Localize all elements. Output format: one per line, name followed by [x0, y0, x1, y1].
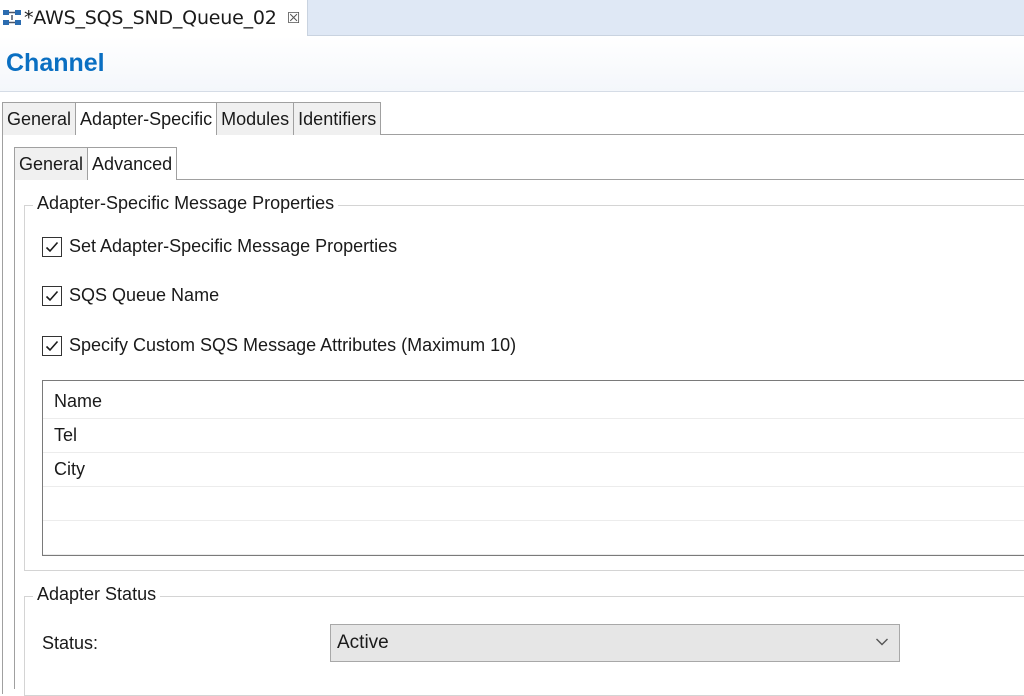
checkbox-label: Specify Custom SQS Message Attributes (M… [69, 335, 517, 355]
status-value: Active [337, 632, 389, 653]
editor-tab-bar: *AWS_SQS_SND_Queue_02 ☒ [0, 0, 1024, 36]
checkbox-checked[interactable] [42, 236, 62, 257]
editor-tab-title: *AWS_SQS_SND_Queue_02 [24, 7, 277, 29]
message-properties-legend: Adapter-Specific Message Properties [33, 193, 339, 214]
sqs-queue-name-checkbox[interactable]: SQS Queue Name [42, 285, 219, 306]
status-label: Status: [42, 633, 99, 653]
table-row[interactable]: Tel [43, 419, 1024, 453]
checkbox-label: Set Adapter-Specific Message Properties [69, 236, 398, 256]
check-icon [45, 290, 59, 301]
message-attributes-table[interactable]: Name Tel City [42, 380, 1024, 556]
tab-identifiers[interactable]: Identifiers [293, 102, 382, 135]
checkbox-checked[interactable] [42, 335, 62, 356]
page-title: Channel [6, 49, 105, 77]
tab-modules[interactable]: Modules [216, 102, 295, 135]
status-dropdown[interactable]: Active [330, 624, 900, 662]
tab-general[interactable]: General [2, 102, 77, 135]
checkbox-label: SQS Queue Name [69, 285, 220, 305]
editor-tab-channel[interactable]: *AWS_SQS_SND_Queue_02 ☒ [0, 0, 308, 36]
checkbox-checked[interactable] [42, 285, 62, 306]
sub-tabs: General Advanced [14, 147, 178, 180]
table-row[interactable] [43, 487, 1024, 521]
table-row[interactable]: City [43, 453, 1024, 487]
subtab-general[interactable]: General [14, 147, 89, 180]
set-adapter-properties-checkbox[interactable]: Set Adapter-Specific Message Properties [42, 236, 397, 257]
check-icon [45, 340, 59, 351]
main-tabs: General Adapter-Specific Modules Identif… [2, 102, 382, 135]
custom-attributes-checkbox[interactable]: Specify Custom SQS Message Attributes (M… [42, 335, 516, 356]
table-row[interactable] [43, 521, 1024, 555]
subtab-advanced[interactable]: Advanced [87, 147, 178, 180]
table-row[interactable]: Name [43, 385, 1024, 419]
adapter-status-legend: Adapter Status [33, 584, 161, 605]
close-icon[interactable]: ☒ [287, 10, 300, 26]
channel-icon [3, 10, 21, 25]
chevron-down-icon [876, 638, 888, 646]
check-icon [45, 241, 59, 252]
editor-header: Channel [0, 36, 1024, 92]
tab-adapter-specific[interactable]: Adapter-Specific [75, 102, 218, 135]
